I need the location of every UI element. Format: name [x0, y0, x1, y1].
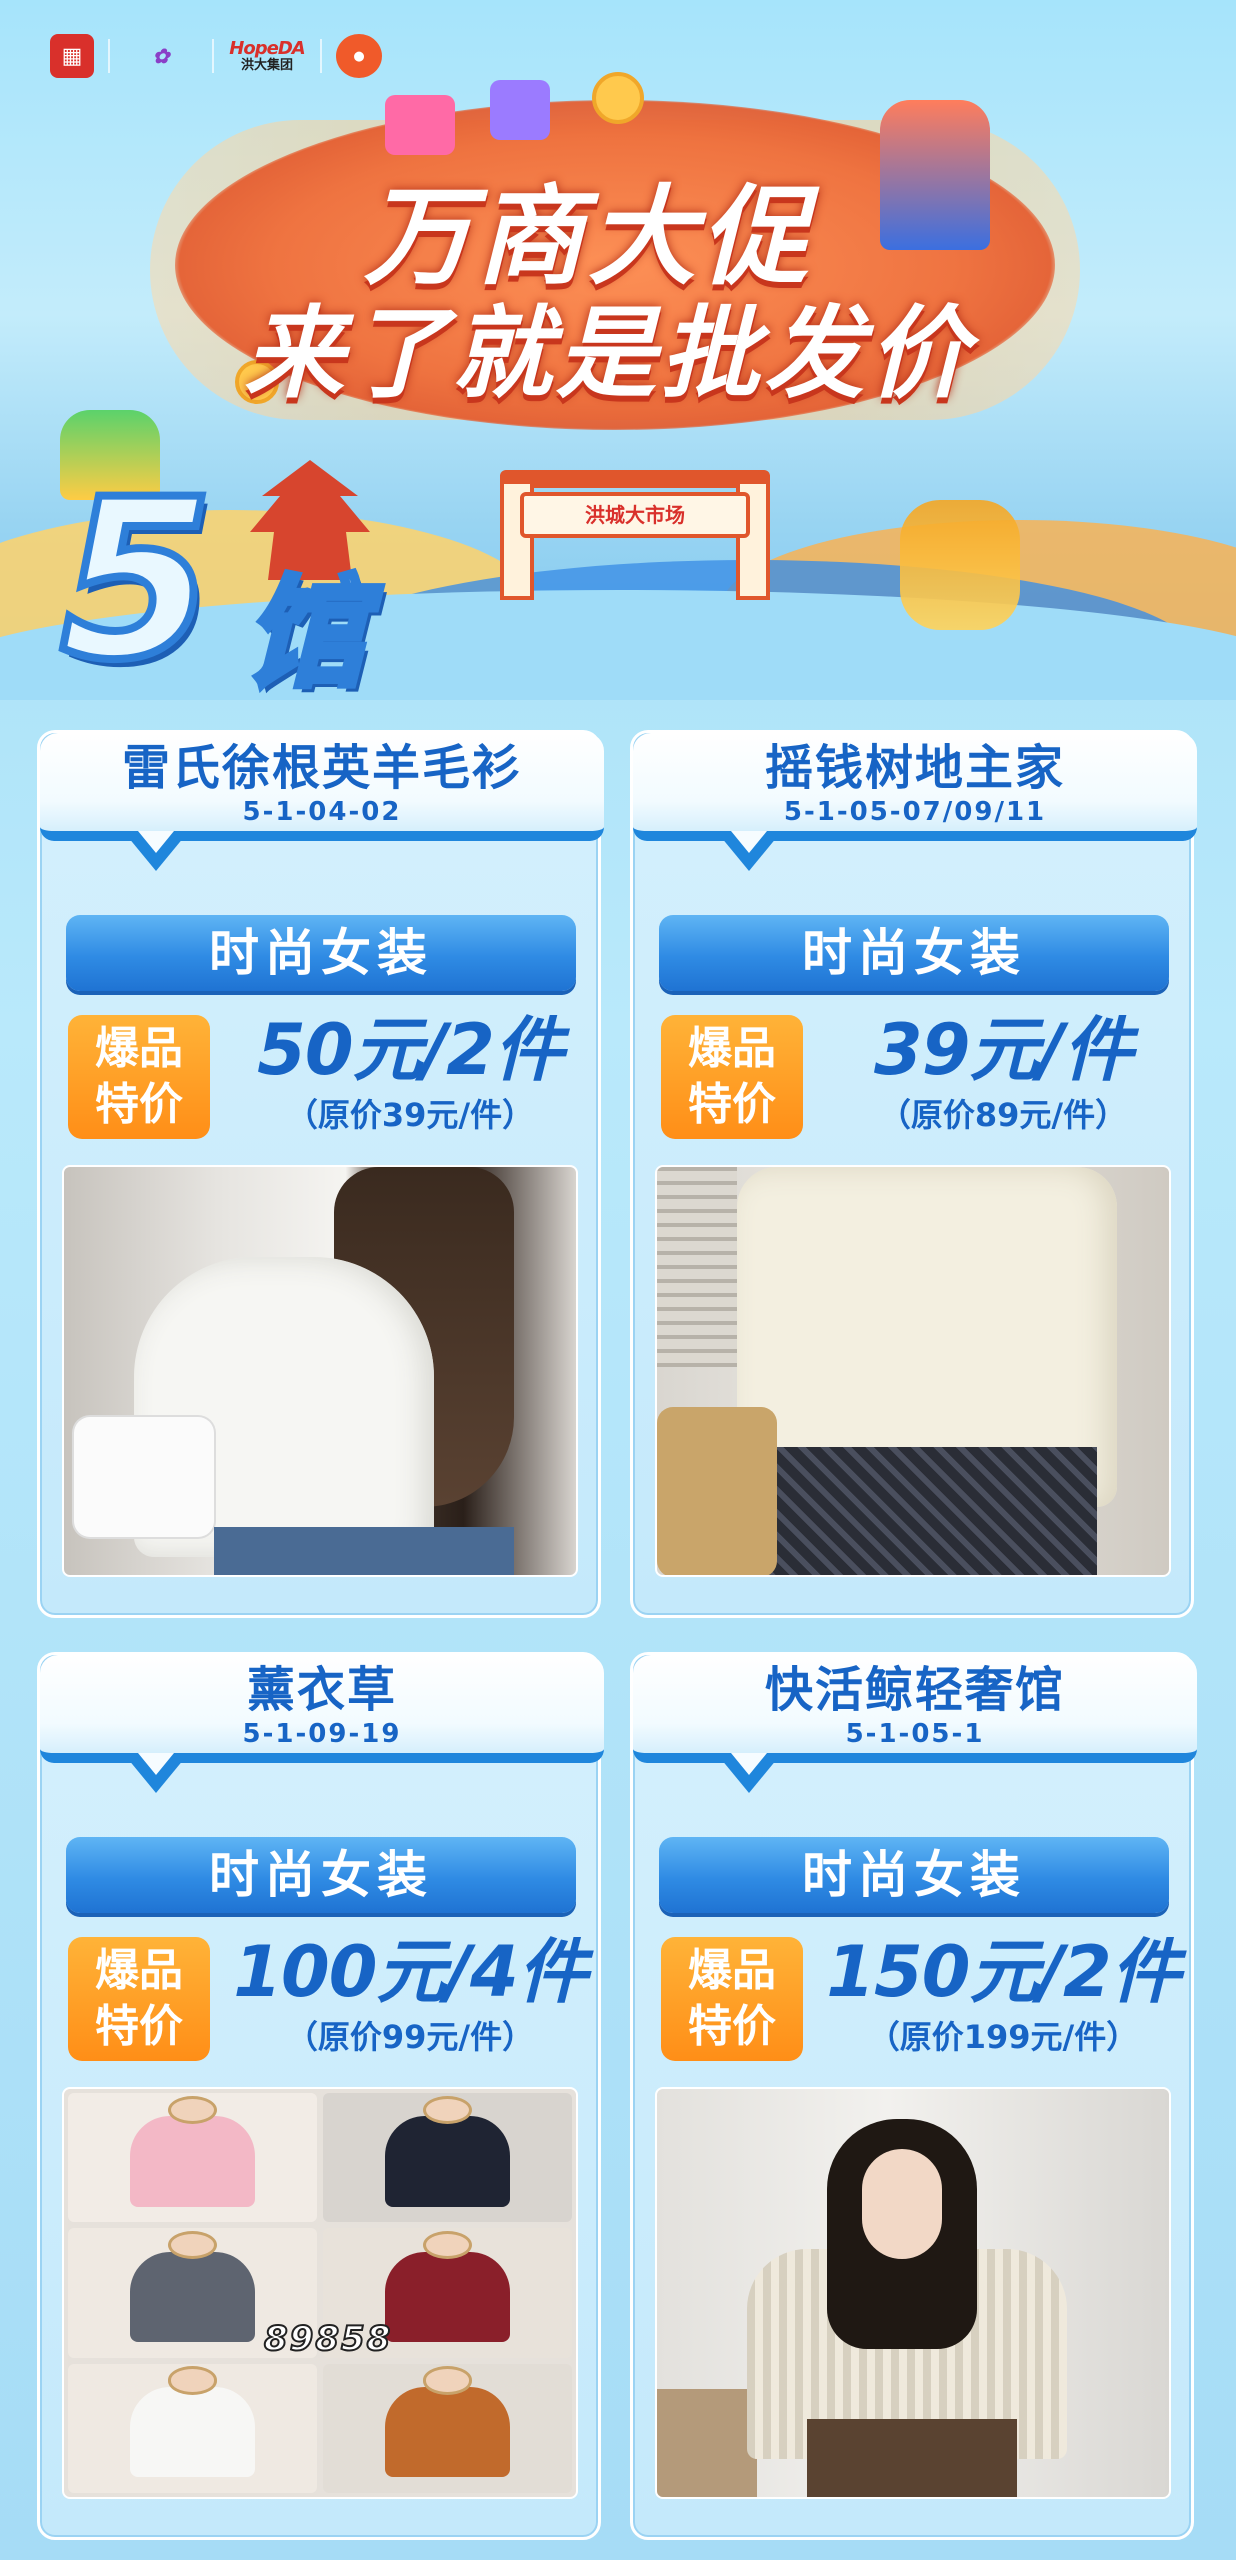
- shop-name: 薰衣草: [246, 1662, 397, 1718]
- banner-title-line2: 来了就是批发价: [244, 295, 972, 412]
- hall-word: 馆: [242, 565, 368, 700]
- model-face: [862, 2149, 942, 2259]
- tshirt-tile: [68, 2363, 317, 2493]
- tshirt-tile: [323, 2093, 572, 2223]
- shop-stall-code: 5-1-05-07/09/11: [783, 797, 1047, 827]
- deal-price: 50元/2件: [257, 1009, 564, 1091]
- shop-header: 薰衣草 5-1-09-19: [40, 1655, 604, 1763]
- badge-line1: 爆品: [95, 1023, 183, 1074]
- hot-deal-badge: 爆品 特价: [661, 1015, 803, 1139]
- tshirt-tile: [68, 2093, 317, 2223]
- shop-card[interactable]: 雷氏徐根英羊毛衫 5-1-04-02 时尚女装 爆品 特价 50元/2件 （原价…: [37, 730, 604, 1618]
- shop-stall-code: 5-1-09-19: [242, 1719, 402, 1749]
- shop-header: 摇钱树地主家 5-1-05-07/09/11: [633, 733, 1197, 841]
- shop-header: 快活鲸轻奢馆 5-1-05-1: [633, 1655, 1197, 1763]
- hall-number: 5: [56, 452, 217, 700]
- original-price: （原价39元/件）: [285, 1096, 535, 1134]
- shop-card[interactable]: 薰衣草 5-1-09-19 时尚女装 爆品 特价 100元/4件 （原价99元/…: [37, 1652, 604, 2540]
- tshirt: [130, 2386, 255, 2478]
- tshirt: [385, 2116, 510, 2207]
- hot-deal-badge: 爆品 特价: [68, 1937, 210, 2061]
- shop-header: 雷氏徐根英羊毛衫 5-1-04-02: [40, 733, 604, 841]
- handbag: [657, 1407, 777, 1575]
- gift-box-icon: [490, 80, 550, 140]
- original-price: （原价99元/件）: [285, 2018, 535, 2056]
- original-price: （原价199元/件）: [867, 2018, 1139, 2056]
- product-photo[interactable]: [655, 2087, 1171, 2499]
- tshirt: [130, 2116, 255, 2207]
- model-face: [167, 2366, 218, 2395]
- deal-price: 150元/2件: [826, 1931, 1180, 2013]
- shopper-illustration: [900, 500, 1020, 630]
- chair: [657, 2389, 757, 2497]
- product-photo[interactable]: 89858: [62, 2087, 578, 2499]
- hot-deal-badge: 爆品 特价: [661, 1937, 803, 2061]
- coin-icon: [592, 72, 644, 124]
- model-face: [167, 2095, 218, 2125]
- model-face: [422, 2366, 473, 2395]
- category-label: 时尚女装: [66, 915, 576, 991]
- speech-tail: [721, 1753, 777, 1793]
- hot-deal-badge: 爆品 特价: [68, 1015, 210, 1139]
- divider: [108, 39, 110, 73]
- handbag: [74, 1417, 214, 1537]
- market-gate-illustration: 洪城大市场: [500, 470, 770, 600]
- promo-banner: ▦ ✿ HopeDA 洪大集团 ● 万商大促 来了就是批发价 洪城大市场 5 馆: [0, 0, 1236, 700]
- category-label: 时尚女装: [659, 1837, 1169, 1913]
- mall-logo-icon: ▦: [50, 34, 94, 78]
- shop-card[interactable]: 快活鲸轻奢馆 5-1-05-1 时尚女装 爆品 特价 150元/2件 （原价19…: [630, 1652, 1197, 2540]
- divider: [212, 39, 214, 73]
- window-blinds: [657, 1167, 737, 1367]
- badge-line2: 特价: [95, 2001, 183, 2052]
- shop-name: 快活鲸轻奢馆: [764, 1662, 1065, 1718]
- hopeda-logo-text: HopeDA: [229, 37, 305, 59]
- badge-line2: 特价: [688, 2001, 776, 2052]
- gift-box-icon: [385, 95, 455, 155]
- photo-watermark: 89858: [263, 2318, 393, 2360]
- model-face: [422, 2095, 473, 2125]
- shop-name: 雷氏徐根英羊毛衫: [121, 740, 522, 796]
- shop-card[interactable]: 摇钱树地主家 5-1-05-07/09/11 时尚女装 爆品 特价 39元/件 …: [630, 730, 1197, 1618]
- gate-sign: 洪城大市场: [520, 492, 750, 538]
- badge-line1: 爆品: [95, 1945, 183, 1996]
- badge-line2: 特价: [95, 1079, 183, 1130]
- brand-logo-icon: ✿: [152, 44, 170, 68]
- category-label: 时尚女装: [66, 1837, 576, 1913]
- speech-tail: [721, 831, 777, 871]
- tshirt: [385, 2386, 510, 2478]
- deal-price: 39元/件: [874, 1009, 1133, 1091]
- badge-line2: 特价: [688, 1079, 776, 1130]
- brown-skirt: [807, 2419, 1017, 2497]
- badge-line1: 爆品: [688, 1023, 776, 1074]
- hopeda-logo: HopeDA 洪大集团: [228, 34, 306, 78]
- original-price: （原价89元/件）: [878, 1096, 1128, 1134]
- partner-logos: ▦ ✿ HopeDA 洪大集团 ●: [50, 34, 382, 78]
- product-photo[interactable]: [655, 1165, 1171, 1577]
- tshirt-tile: [323, 2363, 572, 2493]
- speech-tail: [128, 1753, 184, 1793]
- tshirt: [385, 2251, 510, 2343]
- shop-name: 摇钱树地主家: [764, 740, 1065, 796]
- speech-tail: [128, 831, 184, 871]
- hopeda-group-text: 洪大集团: [240, 57, 293, 73]
- tshirt: [130, 2251, 255, 2343]
- shop-stall-code: 5-1-04-02: [242, 797, 402, 827]
- deal-price: 100元/4件: [233, 1931, 587, 2013]
- gate-roof: [500, 470, 770, 488]
- product-photo[interactable]: [62, 1165, 578, 1577]
- shop-stall-code: 5-1-05-1: [845, 1719, 985, 1749]
- jeans: [214, 1527, 514, 1575]
- badge-line1: 爆品: [688, 1945, 776, 1996]
- divider: [320, 39, 322, 73]
- expo-logo-icon: ●: [336, 34, 382, 78]
- category-label: 时尚女装: [659, 915, 1169, 991]
